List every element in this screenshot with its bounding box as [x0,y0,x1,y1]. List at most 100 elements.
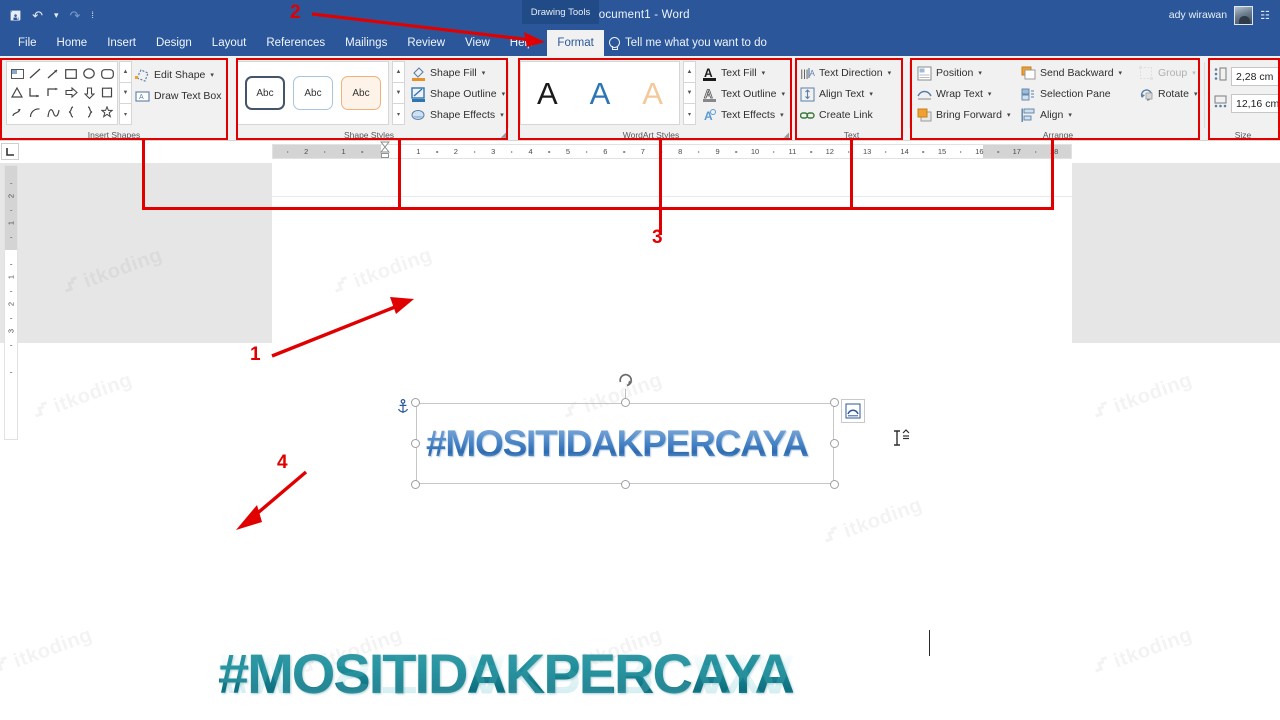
ribbon-command-text-outline[interactable]: A Text Outline ▾ [702,85,785,103]
wordart-styles-gallery[interactable]: A A A [520,61,680,125]
shape-line-arrow-icon[interactable] [44,64,62,83]
ribbon-command-bring-forward[interactable]: Bring Forward ▾ [917,106,1010,124]
tab-review[interactable]: Review [397,30,455,56]
tab-help[interactable]: Help [500,30,544,56]
wordart-scroll-up-icon[interactable]: ▲ [683,61,696,83]
indent-markers[interactable] [380,141,390,163]
shape-right-brace-icon[interactable] [80,103,98,122]
tab-home[interactable]: Home [47,30,98,56]
resize-handle-top-center[interactable] [620,398,630,407]
shape-triangle-icon[interactable] [8,83,26,102]
shape-height-field[interactable]: 2,28 cm [1214,67,1280,86]
ribbon-command-send-backward[interactable]: Send Backward ▾ [1021,64,1122,82]
shape-oval-icon[interactable] [80,64,98,83]
tell-me-search[interactable]: Tell me what you want to do [608,30,767,56]
tab-references[interactable]: References [256,30,335,56]
selected-wordart-text[interactable]: #MOSITIDAKPERCAYA [426,423,809,465]
shapes-scroll-down-icon[interactable]: ▼ [119,83,132,104]
chevron-down-icon[interactable]: ▾ [978,69,982,77]
tab-stop-selector[interactable] [1,143,19,160]
wordart-styles-dialog-launcher[interactable]: ◢ [784,131,789,139]
wordart-more-icon[interactable]: ▾ [683,104,696,125]
shape-elbow-arrow-icon[interactable] [44,83,62,102]
resize-handle-bottom-right[interactable] [830,480,839,489]
chevron-down-icon[interactable]: ▾ [988,90,992,98]
shape-styles-dialog-launcher[interactable]: ◢ [501,131,506,139]
chevron-down-icon[interactable]: ▾ [869,90,873,98]
vertical-ruler[interactable]: 2 1 1 2 3 [4,165,18,440]
ribbon-command-draw-text-box[interactable]: A Draw Text Box [135,87,222,105]
styles-scroll-down-icon[interactable]: ▼ [392,83,405,104]
wordart-style-thumb[interactable]: A [642,78,663,109]
ribbon-command-shape-fill[interactable]: Shape Fill ▾ [411,64,505,82]
layout-options-icon[interactable] [841,399,865,423]
ribbon-command-rotate[interactable]: Rotate ▾ [1139,85,1197,103]
applied-wordart-object[interactable]: #MOSITIDAKPERCAYA #MOSITIDAKPERCAYA [218,641,918,720]
resize-handle-middle-right[interactable] [830,439,839,448]
shape-rectangle-icon[interactable] [62,64,80,83]
styles-more-icon[interactable]: ▾ [392,104,405,125]
tab-view[interactable]: View [455,30,500,56]
ribbon-display-options-icon[interactable]: ☷ [1260,9,1270,22]
wordart-style-thumb[interactable]: A [537,78,558,109]
shape-elbow-connector-icon[interactable] [26,83,44,102]
shape-flowchart-icon[interactable] [98,83,116,102]
ribbon-command-wrap-text[interactable]: Wrap Text ▾ [917,85,1010,103]
wordart-style-thumb[interactable]: A [590,78,611,109]
resize-handle-middle-left[interactable] [411,439,420,448]
shape-curve-icon[interactable] [44,103,62,122]
tab-file[interactable]: File [8,30,47,56]
shape-style-thumb[interactable]: Abc [341,76,381,110]
chevron-down-icon[interactable]: ▾ [482,69,486,77]
shape-height-input[interactable]: 2,28 cm [1231,67,1280,86]
tab-layout[interactable]: Layout [202,30,257,56]
avatar[interactable] [1234,5,1254,25]
shape-arc-icon[interactable] [26,103,44,122]
styles-scroll-up-icon[interactable]: ▲ [392,61,405,83]
ribbon-command-selection-pane[interactable]: Selection Pane [1021,85,1122,103]
shape-down-arrow-icon[interactable] [80,83,98,102]
shape-left-brace-icon[interactable] [62,103,80,122]
tab-mailings[interactable]: Mailings [335,30,397,56]
ribbon-command-align-text[interactable]: Align Text ▾ [800,85,891,103]
chevron-down-icon[interactable]: ▾ [1007,111,1011,119]
chevron-down-icon[interactable]: ▾ [1194,90,1198,98]
resize-handle-bottom-left[interactable] [411,480,420,489]
chevron-down-icon[interactable]: ▾ [210,71,214,79]
chevron-down-icon[interactable]: ▾ [1068,111,1072,119]
ribbon-command-text-effects[interactable]: A Text Effects ▾ [702,106,785,124]
wordart-scroll-down-icon[interactable]: ▼ [683,83,696,104]
rotate-handle-icon[interactable] [616,371,635,390]
shapes-scroll-up-icon[interactable]: ▲ [119,61,132,83]
chevron-down-icon[interactable]: ▾ [780,111,784,119]
ribbon-command-create-link[interactable]: Create Link [799,106,891,124]
shape-recently-used-icon[interactable] [8,64,26,83]
chevron-down-icon[interactable]: ▾ [1119,69,1123,77]
shape-styles-scroll[interactable]: ▲ ▼ ▾ [392,61,405,125]
shapes-more-icon[interactable]: ▾ [119,104,132,125]
shape-freeform-icon[interactable] [8,103,26,122]
shapes-gallery-scroll[interactable]: ▲ ▼ ▾ [119,61,132,125]
shape-style-thumb[interactable]: Abc [293,76,333,110]
shape-right-arrow-icon[interactable] [62,83,80,102]
shapes-gallery[interactable] [6,61,118,125]
ribbon-command-text-fill[interactable]: A Text Fill ▾ [702,64,785,82]
tab-format[interactable]: Format [547,30,604,56]
ribbon-command-align[interactable]: Align ▾ [1021,106,1122,124]
selected-wordart-object[interactable]: #MOSITIDAKPERCAYA [397,373,865,489]
chevron-down-icon[interactable]: ▾ [781,90,785,98]
ribbon-command-shape-effects[interactable]: Shape Effects ▾ [411,106,505,124]
shape-star-icon[interactable] [98,103,116,122]
tab-design[interactable]: Design [146,30,202,56]
shape-width-field[interactable]: 12,16 cm [1214,94,1280,113]
shape-line-icon[interactable] [26,64,44,83]
tab-insert[interactable]: Insert [97,30,146,56]
resize-handle-top-left[interactable] [411,398,420,407]
wordart-styles-scroll[interactable]: ▲ ▼ ▾ [683,61,696,125]
chevron-down-icon[interactable]: ▾ [502,90,506,98]
chevron-down-icon[interactable]: ▾ [888,69,892,77]
ribbon-command-edit-shape[interactable]: Edit Shape ▾ [135,66,222,84]
horizontal-ruler[interactable]: 2 1 1 2 3 4 5 6 7 8 9 10 11 12 13 14 15 16 17 18 [272,144,1072,159]
user-account-area[interactable]: ady wirawan ☷ [1169,0,1270,30]
shape-rounded-rectangle-icon[interactable] [98,64,116,83]
